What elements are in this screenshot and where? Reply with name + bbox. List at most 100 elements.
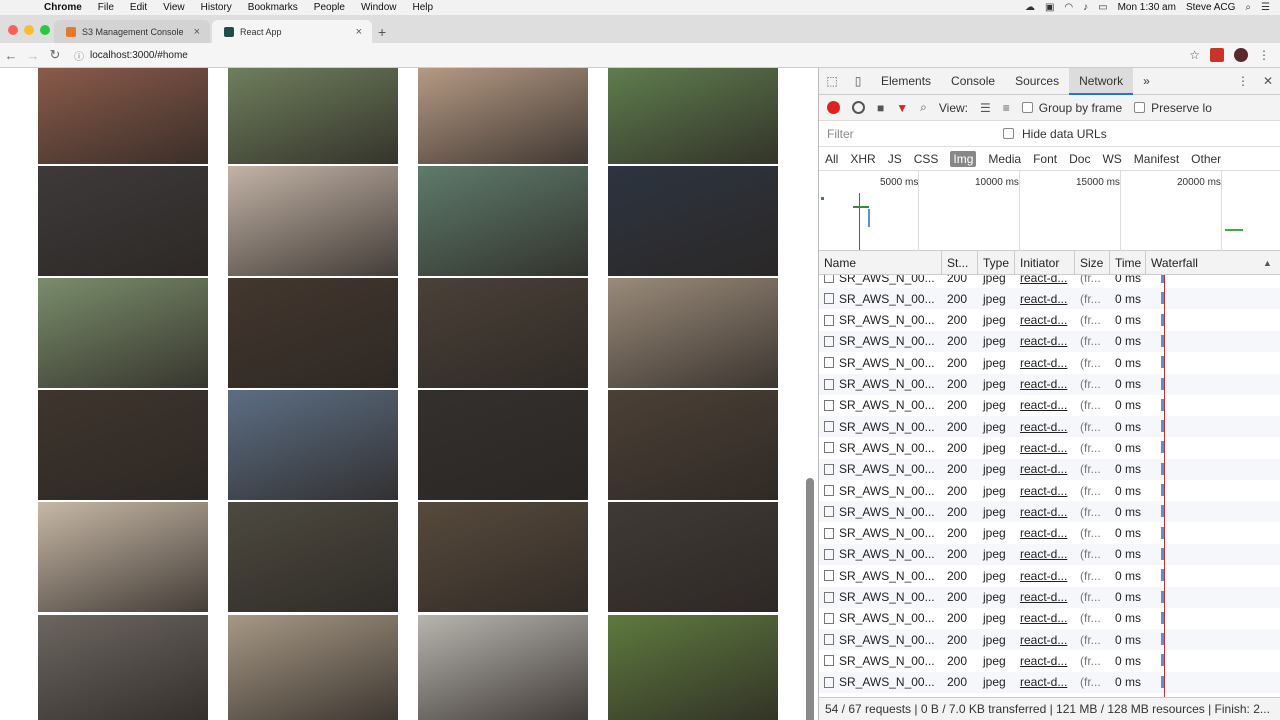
network-row[interactable]: SR_AWS_N_00... 200 jpeg react-d... (fr... 0 m… [819,523,1280,544]
filter-font[interactable]: Font [1033,152,1057,166]
filter-js[interactable]: JS [888,152,902,166]
photo-thumbnail[interactable] [418,166,588,276]
network-row[interactable]: SR_AWS_N_00... 200 jpeg react-d... (fr... 0 m… [819,543,1280,565]
search-icon[interactable]: ⌕ [1245,2,1251,13]
menu-window[interactable]: Window [353,2,405,13]
network-row[interactable]: SR_AWS_N_00... 200 jpeg react-d... (fr... 0 m… [819,671,1280,693]
search-icon[interactable]: ⌕ [920,100,927,115]
menu-history[interactable]: History [193,2,240,13]
request-name[interactable]: SR_AWS_N_00... [819,526,942,540]
filter-doc[interactable]: Doc [1069,152,1090,166]
request-initiator-link[interactable]: react-d... [1015,654,1075,668]
more-tabs-button[interactable]: » [1133,68,1160,95]
network-row[interactable]: SR_AWS_N_00... 200 jpeg react-d... (fr... 0 m… [819,629,1280,651]
filter-img[interactable]: Img [950,150,977,167]
request-name[interactable]: SR_AWS_N_00... [819,484,942,498]
network-row[interactable]: SR_AWS_N_00... 200 jpeg react-d... (fr... 0 m… [819,437,1280,458]
photo-thumbnail[interactable] [608,615,778,720]
photo-thumbnail[interactable] [608,502,778,612]
request-initiator-link[interactable]: react-d... [1015,420,1075,434]
request-name[interactable]: SR_AWS_N_00... [819,633,942,647]
menu-help[interactable]: Help [405,2,442,13]
request-initiator-link[interactable]: react-d... [1015,275,1075,285]
network-row[interactable]: SR_AWS_N_00... 200 jpeg react-d... (fr... 0 m… [819,480,1280,501]
photo-thumbnail[interactable] [608,278,778,388]
photo-thumbnail[interactable] [228,278,398,388]
hide-data-urls-checkbox[interactable] [1003,128,1014,139]
photo-thumbnail[interactable] [228,68,398,164]
request-name[interactable]: SR_AWS_N_00... [819,569,942,583]
network-row[interactable]: SR_AWS_N_00... 200 jpeg react-d... (fr... 0 m… [819,565,1280,586]
request-name[interactable]: SR_AWS_N_00... [819,611,942,625]
menu-file[interactable]: File [90,2,122,13]
photo-thumbnail[interactable] [228,502,398,612]
network-row[interactable]: SR_AWS_N_00... 200 jpeg react-d... (fr... 0 m… [819,275,1280,288]
filter-input[interactable]: Filter [827,127,995,141]
photo-thumbnail[interactable] [38,166,208,276]
wifi-icon[interactable]: ◠ [1064,2,1073,13]
group-by-frame-checkbox[interactable] [1021,102,1033,113]
more-menu-icon[interactable]: ⋮ [1258,48,1270,62]
tab-s3-console[interactable]: S3 Management Console × [54,20,210,43]
close-window-icon[interactable] [8,25,18,35]
request-name[interactable]: SR_AWS_N_00... [819,313,942,327]
request-initiator-link[interactable]: react-d... [1015,505,1075,519]
photo-thumbnail[interactable] [38,68,208,164]
tab-console[interactable]: Console [941,68,1005,95]
col-time[interactable]: Time [1110,250,1146,275]
photo-thumbnail[interactable] [228,390,398,500]
filter-xhr[interactable]: XHR [850,152,875,166]
photo-thumbnail[interactable] [418,615,588,720]
photo-thumbnail[interactable] [418,278,588,388]
network-row[interactable]: SR_AWS_N_00... 200 jpeg react-d... (fr... 0 m… [819,288,1280,310]
network-row[interactable]: SR_AWS_N_00... 200 jpeg react-d... (fr... 0 m… [819,416,1280,438]
network-row[interactable]: SR_AWS_N_00... 200 jpeg react-d... (fr... 0 m… [819,395,1280,416]
close-tab-icon[interactable]: × [194,26,200,38]
menubar-user[interactable]: Steve ACG [1186,2,1235,13]
network-row[interactable]: SR_AWS_N_00... 200 jpeg react-d... (fr... 0 m… [819,330,1280,352]
record-icon[interactable] [827,101,840,114]
menu-edit[interactable]: Edit [122,2,155,13]
request-initiator-link[interactable]: react-d... [1015,441,1075,455]
photo-thumbnail[interactable] [38,278,208,388]
request-initiator-link[interactable]: react-d... [1015,398,1075,412]
timeline-overview[interactable]: 5000 ms 10000 ms 15000 ms 20000 ms [819,171,1280,251]
minimize-window-icon[interactable] [24,25,34,35]
menu-people[interactable]: People [306,2,353,13]
col-size[interactable]: Size [1075,250,1110,275]
col-name[interactable]: Name [819,250,942,275]
bookmark-star-icon[interactable]: ☆ [1189,48,1200,62]
menu-view[interactable]: View [155,2,193,13]
photo-thumbnail[interactable] [38,502,208,612]
photo-thumbnail[interactable] [608,68,778,164]
request-name[interactable]: SR_AWS_N_00... [819,654,942,668]
cloud-icon[interactable]: ☁ [1025,2,1035,13]
profile-avatar[interactable] [1234,48,1248,62]
preserve-log-checkbox[interactable] [1134,102,1146,113]
request-initiator-link[interactable]: react-d... [1015,377,1075,391]
photo-thumbnail[interactable] [228,615,398,720]
col-waterfall[interactable]: Waterfall [1146,251,1263,275]
request-initiator-link[interactable]: react-d... [1015,547,1075,561]
capture-screenshots-icon[interactable]: ■ [877,101,884,115]
request-name[interactable]: SR_AWS_N_00... [819,292,942,306]
request-initiator-link[interactable]: react-d... [1015,590,1075,604]
close-tab-icon[interactable]: × [356,26,362,38]
request-initiator-link[interactable]: react-d... [1015,633,1075,647]
overview-icon[interactable]: ≡ [1003,101,1010,115]
battery-icon[interactable]: ▭ [1098,2,1107,13]
inspect-element-icon[interactable]: ⬚ [819,74,845,88]
sort-arrow-icon[interactable]: ▲ [1263,258,1272,268]
request-initiator-link[interactable]: react-d... [1015,675,1075,689]
tab-elements[interactable]: Elements [871,68,941,95]
large-rows-icon[interactable]: ☰ [980,101,991,115]
menu-app-name[interactable]: Chrome [36,2,90,13]
filter-other[interactable]: Other [1191,152,1221,166]
page-scrollbar[interactable] [806,478,814,720]
network-row[interactable]: SR_AWS_N_00... 200 jpeg react-d... (fr... 0 m… [819,458,1280,480]
network-row[interactable]: SR_AWS_N_00... 200 jpeg react-d... (fr... 0 m… [819,310,1280,331]
network-row[interactable]: SR_AWS_N_00... 200 jpeg react-d... (fr... 0 m… [819,501,1280,523]
reload-icon[interactable]: ↻ [44,47,66,63]
request-name[interactable]: SR_AWS_N_00... [819,356,942,370]
photo-thumbnail[interactable] [38,390,208,500]
